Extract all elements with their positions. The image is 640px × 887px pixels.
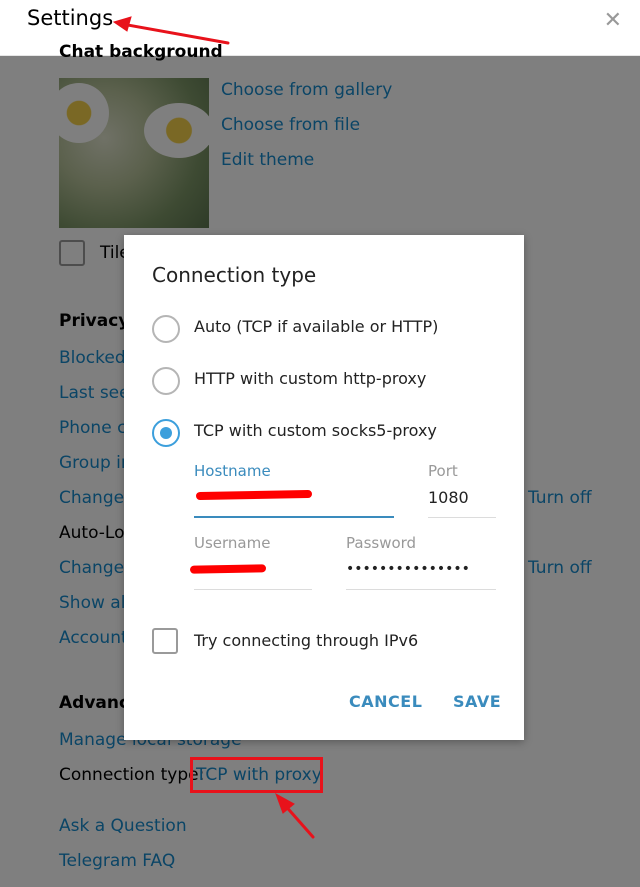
radio-button-selected[interactable]	[152, 419, 180, 447]
connection-type-dialog: Connection type Auto (TCP if available o…	[124, 235, 524, 740]
password-underline	[346, 589, 496, 590]
port-underline	[428, 517, 496, 518]
annotation-highlight-box	[190, 757, 323, 793]
ipv6-checkbox[interactable]	[152, 628, 178, 654]
radio-label-http: HTTP with custom http-proxy	[194, 369, 427, 388]
port-label: Port	[428, 462, 458, 480]
hostname-label: Hostname	[194, 462, 271, 480]
page-title: Settings	[27, 6, 114, 30]
dialog-title: Connection type	[152, 263, 317, 287]
hostname-redaction	[195, 489, 313, 501]
port-input[interactable]: 1080	[428, 488, 469, 507]
radio-label-socks5: TCP with custom socks5-proxy	[194, 421, 437, 440]
username-redaction	[189, 564, 267, 574]
ipv6-label: Try connecting through IPv6	[194, 631, 419, 650]
password-label: Password	[346, 534, 417, 552]
radio-button[interactable]	[152, 367, 180, 395]
password-input[interactable]: •••••••••••••••	[346, 561, 470, 577]
username-input[interactable]	[194, 589, 312, 590]
radio-button[interactable]	[152, 315, 180, 343]
radio-label-auto: Auto (TCP if available or HTTP)	[194, 317, 439, 336]
cancel-button[interactable]: CANCEL	[349, 692, 422, 711]
hostname-input[interactable]	[194, 516, 394, 518]
save-button[interactable]: SAVE	[453, 692, 501, 711]
close-icon[interactable]: ✕	[604, 8, 622, 33]
username-label: Username	[194, 534, 271, 552]
